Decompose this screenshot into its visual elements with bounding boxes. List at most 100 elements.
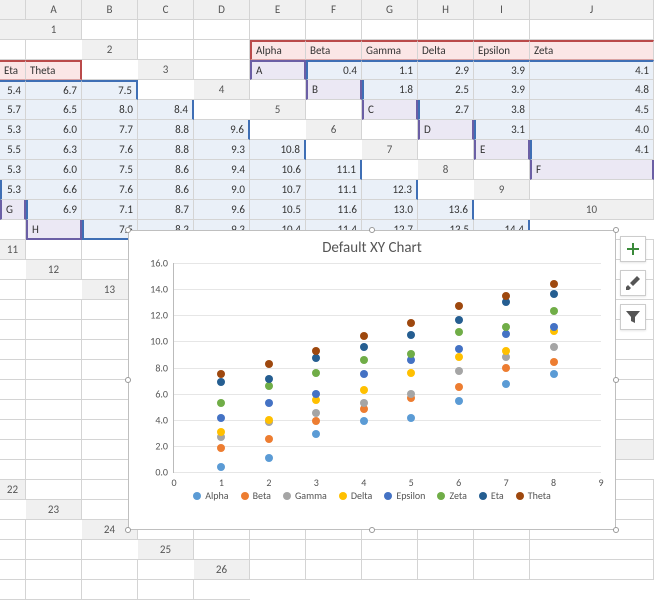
cell-B4[interactable]: B [306,80,362,100]
cell-H26[interactable] [26,580,82,600]
cell-G7[interactable]: 8.6 [138,160,194,180]
chart-styles-button[interactable] [620,270,646,296]
cell-B25[interactable] [250,540,306,560]
cell-J3[interactable]: 7.5 [82,80,138,100]
cell-B20[interactable] [0,440,26,460]
cell-H1[interactable] [474,20,530,40]
cell-D9[interactable]: 7.1 [82,200,138,220]
cell-J2[interactable]: Theta [26,60,82,80]
row-header-22[interactable]: 22 [0,480,26,500]
cell-D19[interactable] [26,420,82,440]
cell-E1[interactable] [306,20,362,40]
cell-J13[interactable] [26,300,82,320]
point-Eta[interactable] [360,343,368,351]
cell-D4[interactable]: 2.5 [418,80,474,100]
legend-item-Beta[interactable]: Beta [241,489,271,502]
row-header-1[interactable]: 1 [26,20,82,40]
chart-filters-button[interactable] [620,304,646,330]
cell-H6[interactable]: 8.8 [138,140,194,160]
point-Alpha[interactable] [265,454,273,462]
point-Theta[interactable] [217,370,225,378]
col-header-J[interactable]: J [530,0,654,20]
legend-item-Zeta[interactable]: Zeta [437,489,466,502]
cell-H9[interactable]: 11.6 [306,200,362,220]
cell-A11[interactable] [26,240,82,260]
cell-F5[interactable]: 5.3 [0,120,26,140]
legend-item-Theta[interactable]: Theta [516,489,551,502]
point-Epsilon[interactable] [550,323,558,331]
point-Gamma[interactable] [360,399,368,407]
point-Delta[interactable] [502,347,510,355]
point-Alpha[interactable] [217,463,225,471]
col-header-G[interactable]: G [362,0,418,20]
legend-item-Delta[interactable]: Delta [339,489,372,502]
cell-I13[interactable] [0,300,26,320]
cell-E3[interactable]: 2.9 [418,60,474,80]
point-Beta[interactable] [502,364,510,372]
cell-I24[interactable] [0,540,26,560]
cell-G15[interactable] [0,340,26,360]
cell-J4[interactable]: 8.4 [138,100,194,120]
cell-H7[interactable]: 9.4 [194,160,250,180]
cell-I5[interactable]: 8.8 [138,120,194,140]
cell-G4[interactable]: 5.7 [0,100,26,120]
point-Eta[interactable] [407,331,415,339]
cell-C25[interactable] [306,540,362,560]
cell-I1[interactable] [530,20,654,40]
point-Gamma[interactable] [550,343,558,351]
cell-G6[interactable]: 7.6 [82,140,138,160]
point-Epsilon[interactable] [217,414,225,422]
cell-G1[interactable] [418,20,474,40]
point-Alpha[interactable] [550,370,558,378]
point-Epsilon[interactable] [455,345,463,353]
point-Theta[interactable] [455,302,463,310]
point-Delta[interactable] [455,353,463,361]
cell-F9[interactable]: 9.6 [194,200,250,220]
point-Delta[interactable] [217,428,225,436]
cell-F16[interactable] [0,360,26,380]
point-Eta[interactable] [217,378,225,386]
chart-plot-area[interactable]: 0.02.04.06.08.010.012.014.016.0012345678… [173,263,601,473]
cell-C4[interactable]: 1.8 [362,80,418,100]
cell-E8[interactable]: 7.6 [82,180,138,200]
cell-J1[interactable] [0,40,26,60]
legend-item-Eta[interactable]: Eta [479,489,504,502]
point-Delta[interactable] [265,416,273,424]
point-Gamma[interactable] [455,367,463,375]
cell-A5[interactable] [306,100,362,120]
row-header-5[interactable]: 5 [250,100,306,120]
cell-F2[interactable]: Delta [418,40,474,60]
cell-H15[interactable] [26,340,82,360]
col-header-B[interactable]: B [82,0,138,20]
row-header-2[interactable]: 2 [82,40,138,60]
point-Epsilon[interactable] [360,370,368,378]
cell-I7[interactable]: 10.6 [250,160,306,180]
point-Zeta[interactable] [455,328,463,336]
point-Zeta[interactable] [550,307,558,315]
point-Alpha[interactable] [455,397,463,405]
cell-J26[interactable] [138,580,194,600]
point-Zeta[interactable] [360,356,368,364]
point-Theta[interactable] [407,319,415,327]
cell-B7[interactable]: E [474,140,530,160]
cell-G26[interactable] [0,580,26,600]
cell-B26[interactable] [306,560,362,580]
cell-J12[interactable] [0,280,26,300]
cell-D3[interactable]: 1.1 [362,60,418,80]
legend-item-Epsilon[interactable]: Epsilon [384,489,425,502]
cell-J5[interactable]: 9.6 [194,120,250,140]
row-header-11[interactable]: 11 [0,240,26,260]
row-header-25[interactable]: 25 [138,540,194,560]
point-Delta[interactable] [407,369,415,377]
cell-A22[interactable] [26,480,82,500]
cell-B8[interactable]: F [530,160,654,180]
cell-H2[interactable]: Zeta [530,40,654,60]
cell-H4[interactable]: 6.5 [26,100,82,120]
row-header-23[interactable]: 23 [26,500,82,520]
chart-elements-button[interactable] [620,236,646,262]
cell-J23[interactable] [0,520,26,540]
select-all-corner[interactable] [0,0,26,20]
cell-D5[interactable]: 3.8 [474,100,530,120]
cell-G9[interactable]: 10.5 [250,200,306,220]
cell-A3[interactable] [194,60,250,80]
